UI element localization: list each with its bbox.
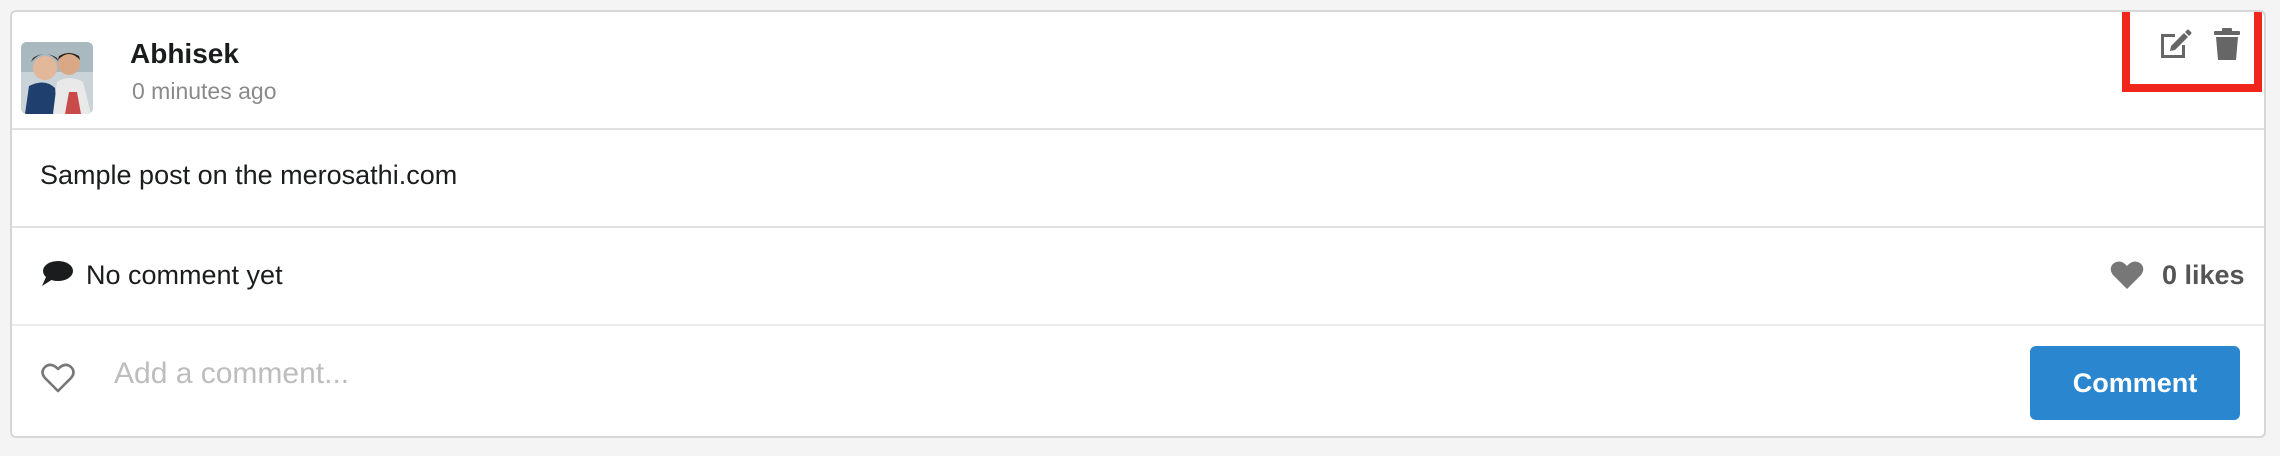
author-name[interactable]: Abhisek <box>130 38 239 70</box>
post-content: Sample post on the merosathi.com <box>12 130 2264 228</box>
post-header: Abhisek 0 minutes ago <box>12 12 2264 130</box>
comment-input[interactable] <box>104 346 1524 402</box>
post-card: Abhisek 0 minutes ago Sample post on the… <box>10 10 2266 438</box>
post-meta-row: No comment yet 0 likes <box>12 228 2264 326</box>
edit-icon[interactable] <box>2157 26 2193 62</box>
comment-count[interactable]: No comment yet <box>86 260 283 291</box>
comment-form: Comment <box>12 326 2264 436</box>
heart-icon[interactable] <box>2110 260 2144 290</box>
post-timestamp: 0 minutes ago <box>132 78 277 104</box>
trash-icon[interactable] <box>2212 26 2242 62</box>
post-text: Sample post on the merosathi.com <box>40 160 458 190</box>
likes-count: 0 likes <box>2162 260 2245 290</box>
avatar[interactable] <box>21 42 93 114</box>
comment-bubble-icon <box>40 259 74 289</box>
comment-button[interactable]: Comment <box>2030 346 2240 420</box>
heart-outline-icon[interactable] <box>40 362 76 394</box>
